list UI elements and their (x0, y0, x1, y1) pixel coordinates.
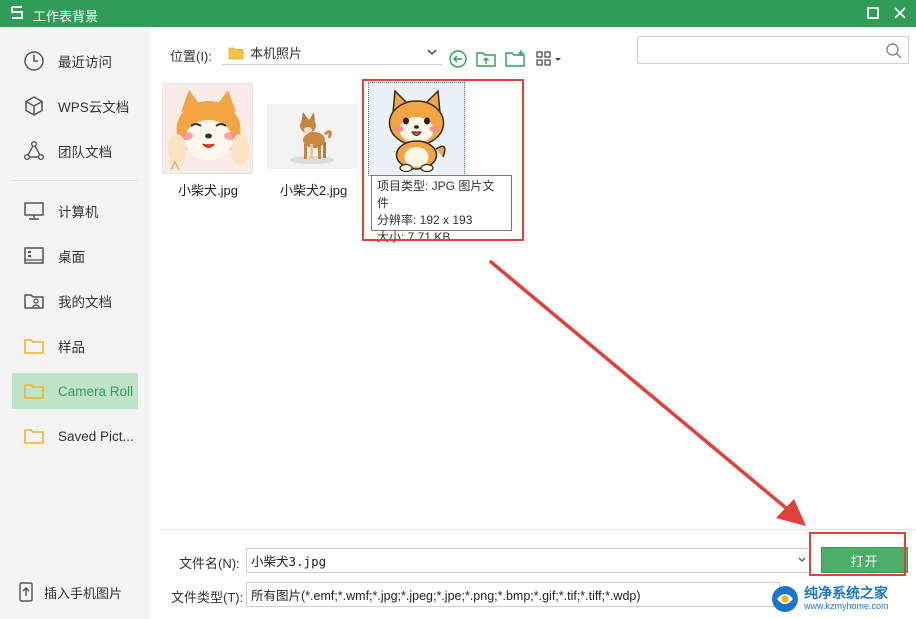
folder-icon (22, 334, 46, 358)
search-box[interactable] (637, 36, 909, 64)
filetype-value: 所有图片(*.emf;*.wmf;*.jpg;*.jpeg;*.jpe;*.pn… (251, 589, 641, 603)
sidebar-item-label: Camera Roll (58, 383, 134, 399)
watermark-title: 纯净系统之家 (804, 585, 888, 601)
sidebar-item-label: WPS云文档 (58, 100, 130, 115)
file-thumbnail (267, 104, 357, 169)
cube-icon (22, 94, 46, 118)
search-icon[interactable] (885, 42, 903, 60)
chevron-down-icon (427, 49, 437, 55)
phone-upload-icon (19, 582, 33, 602)
location-dropdown[interactable]: 本机照片 (222, 41, 442, 65)
user-folder-icon (22, 289, 46, 313)
shiba-cartoon-image (163, 84, 252, 173)
search-input[interactable] (638, 37, 878, 63)
bottom-divider (160, 529, 916, 530)
grid-view-icon (536, 51, 561, 66)
sidebar-item-label: 我的文档 (58, 295, 112, 310)
view-mode-button[interactable] (535, 49, 563, 69)
location-label: 位置(I): (170, 49, 212, 64)
up-folder-button[interactable] (475, 49, 497, 69)
insert-phone-picture-label: 插入手机图片 (44, 585, 123, 601)
window-title: 工作表背景 (33, 9, 99, 24)
watermark-logo-icon (772, 585, 798, 612)
sidebar-divider (12, 180, 138, 181)
sidebar: 最近访问 WPS云文档 团队文档 计算机 桌面 我的文档 样品 Camera R… (0, 27, 150, 619)
back-arrow-icon (449, 50, 467, 68)
file-name: 小柴犬2.jpg (280, 183, 348, 198)
folder-icon (22, 424, 46, 448)
clock-icon (22, 49, 46, 73)
sidebar-item-saved-pictures[interactable]: Saved Pict... (12, 418, 138, 454)
folder-icon (228, 47, 244, 59)
sidebar-item-recent[interactable]: 最近访问 (12, 43, 138, 79)
highlight-box-open-button (809, 532, 906, 576)
sidebar-item-label: Saved Pict... (58, 428, 134, 444)
filetype-select[interactable]: 所有图片(*.emf;*.wmf;*.jpg;*.jpeg;*.jpe;*.pn… (246, 582, 780, 607)
sidebar-item-label: 最近访问 (58, 55, 112, 70)
filename-field[interactable] (246, 548, 810, 573)
maximize-icon[interactable] (866, 6, 880, 20)
team-icon (22, 139, 46, 163)
sidebar-item-samples[interactable]: 样品 (12, 328, 138, 364)
file-name: 小柴犬.jpg (178, 183, 238, 198)
sidebar-item-label: 桌面 (58, 250, 85, 265)
sidebar-item-my-documents[interactable]: 我的文档 (12, 283, 138, 319)
back-button[interactable] (447, 49, 469, 69)
sidebar-item-computer[interactable]: 计算机 (12, 193, 138, 229)
sidebar-item-team-docs[interactable]: 团队文档 (12, 133, 138, 169)
wps-logo-icon (11, 6, 23, 19)
filename-input[interactable] (247, 549, 787, 572)
new-folder-icon (505, 50, 525, 67)
monitor-icon (22, 199, 46, 223)
folder-up-icon (476, 52, 496, 67)
close-icon[interactable] (892, 5, 908, 21)
watermark: 纯净系统之家 www.kzmyhome.com (770, 578, 916, 619)
desktop-icon (22, 244, 46, 268)
insert-phone-picture-button[interactable]: 插入手机图片 (18, 581, 122, 603)
folder-icon (22, 379, 46, 403)
shiba-photo-image (267, 104, 357, 169)
sidebar-item-camera-roll[interactable]: Camera Roll (12, 373, 138, 409)
watermark-url: www.kzmyhome.com (804, 601, 889, 611)
chevron-down-icon[interactable] (797, 555, 807, 565)
new-folder-button[interactable] (504, 49, 526, 69)
sidebar-item-label: 样品 (58, 340, 85, 355)
sidebar-item-wps-cloud[interactable]: WPS云文档 (12, 88, 138, 124)
filetype-label: 文件类型(T): (171, 590, 244, 605)
highlight-box-file (362, 79, 524, 241)
sidebar-item-label: 计算机 (58, 205, 99, 220)
sidebar-item-label: 团队文档 (58, 145, 112, 160)
sidebar-item-desktop[interactable]: 桌面 (12, 238, 138, 274)
title-bar: 工作表背景 (0, 0, 916, 27)
file-thumbnail (162, 83, 253, 174)
filename-label: 文件名(N): (179, 556, 240, 571)
location-value: 本机照片 (250, 46, 303, 61)
